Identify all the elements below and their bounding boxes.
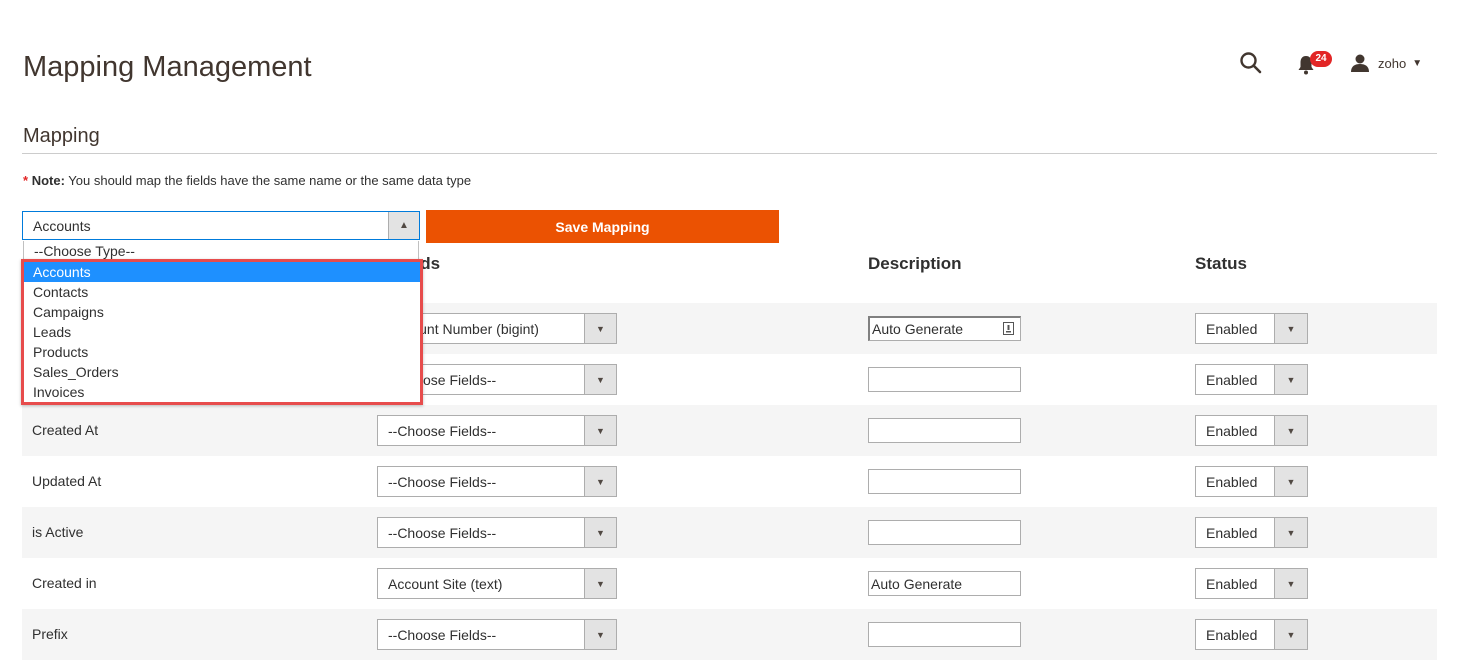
chevron-up-icon[interactable]: ▲	[388, 212, 419, 239]
password-manager-icon[interactable]	[1003, 322, 1014, 335]
description-input[interactable]	[868, 622, 1021, 647]
header-actions: 24 zoho ▼	[1238, 45, 1438, 81]
row-label: Created in	[32, 575, 97, 591]
status-value: Enabled	[1206, 423, 1258, 439]
chevron-down-icon[interactable]: ▼	[584, 569, 616, 598]
user-name: zoho	[1378, 55, 1407, 71]
dropdown-option[interactable]: Sales_Orders	[24, 362, 420, 382]
crm-field-value: --Choose Fields--	[388, 627, 497, 643]
row-label: Prefix	[32, 626, 68, 642]
page-title: Mapping Management	[23, 51, 312, 83]
table-row: Created in Account Site (text) ▼ Enabled ▼	[22, 558, 1437, 609]
dropdown-option-placeholder[interactable]: --Choose Type--	[23, 241, 419, 261]
status-value: Enabled	[1206, 627, 1258, 643]
crm-field-select[interactable]: --Choose Fields-- ▼	[377, 619, 617, 650]
section-title: Mapping	[23, 125, 100, 147]
chevron-down-icon[interactable]: ▼	[584, 365, 616, 394]
description-input[interactable]	[868, 418, 1021, 443]
status-select[interactable]: Enabled ▼	[1195, 466, 1308, 497]
table-row: is Active --Choose Fields-- ▼ Enabled ▼	[22, 507, 1437, 558]
crm-field-select[interactable]: Account Site (text) ▼	[377, 568, 617, 599]
status-select[interactable]: Enabled ▼	[1195, 313, 1308, 344]
chevron-down-icon[interactable]: ▼	[1274, 416, 1307, 445]
type-select-value: Accounts	[33, 218, 91, 234]
chevron-down-icon[interactable]: ▼	[584, 467, 616, 496]
status-value: Enabled	[1206, 474, 1258, 490]
dropdown-option[interactable]: Accounts	[24, 262, 420, 282]
crm-field-value: --Choose Fields--	[388, 525, 497, 541]
status-value: Enabled	[1206, 525, 1258, 541]
chevron-down-icon[interactable]: ▼	[584, 620, 616, 649]
description-input[interactable]	[868, 469, 1021, 494]
status-value: Enabled	[1206, 321, 1258, 337]
chevron-down-icon[interactable]: ▼	[1274, 314, 1307, 343]
chevron-down-icon[interactable]: ▼	[1274, 467, 1307, 496]
description-input[interactable]	[868, 367, 1021, 392]
crm-field-value: --Choose Fields--	[388, 474, 497, 490]
chevron-down-icon[interactable]: ▼	[1274, 365, 1307, 394]
dropdown-option[interactable]: Contacts	[24, 282, 420, 302]
row-label: is Active	[32, 524, 84, 540]
dropdown-option[interactable]: Products	[24, 342, 420, 362]
notification-count-badge: 24	[1310, 51, 1332, 67]
chevron-down-icon[interactable]: ▼	[584, 416, 616, 445]
section-divider	[22, 153, 1437, 154]
table-row: Created At --Choose Fields-- ▼ Enabled ▼	[22, 405, 1437, 456]
description-input[interactable]	[868, 571, 1021, 596]
status-select[interactable]: Enabled ▼	[1195, 568, 1308, 599]
description-input[interactable]	[868, 316, 1021, 341]
required-star: *	[23, 173, 29, 188]
status-value: Enabled	[1206, 576, 1258, 592]
user-icon	[1351, 54, 1369, 72]
row-label: Updated At	[32, 473, 102, 489]
caret-down-icon: ▼	[1412, 57, 1423, 69]
status-select[interactable]: Enabled ▼	[1195, 619, 1308, 650]
notifications-button[interactable]: 24	[1295, 50, 1335, 76]
save-mapping-button[interactable]: Save Mapping	[426, 210, 779, 243]
crm-field-value: --Choose Fields--	[388, 423, 497, 439]
dropdown-options-highlight: Accounts Contacts Campaigns Leads Products Sa…	[21, 259, 423, 405]
status-select[interactable]: Enabled ▼	[1195, 364, 1308, 395]
chevron-down-icon[interactable]: ▼	[1274, 518, 1307, 547]
crm-field-select[interactable]: --Choose Fields-- ▼	[377, 466, 617, 497]
status-value: Enabled	[1206, 372, 1258, 388]
search-icon[interactable]	[1238, 50, 1264, 76]
type-dropdown-list: --Choose Type-- Accounts Contacts Campaign…	[21, 241, 423, 405]
note-label: Note:	[31, 173, 65, 188]
status-select[interactable]: Enabled ▼	[1195, 415, 1308, 446]
note-text: You should map the fields have the same …	[64, 173, 472, 188]
chevron-down-icon[interactable]: ▼	[584, 314, 616, 343]
dropdown-option[interactable]: Campaigns	[24, 302, 420, 322]
description-input[interactable]	[868, 520, 1021, 545]
chevron-down-icon[interactable]: ▼	[584, 518, 616, 547]
row-label: Created At	[32, 422, 99, 438]
mapping-note: * Note: You should map the fields have t…	[23, 172, 471, 190]
chevron-down-icon[interactable]: ▼	[1274, 620, 1307, 649]
status-column-header: Status	[1195, 254, 1247, 273]
table-row: Prefix --Choose Fields-- ▼ Enabled ▼	[22, 609, 1437, 660]
chevron-down-icon[interactable]: ▼	[1274, 569, 1307, 598]
dropdown-option[interactable]: Leads	[24, 322, 420, 342]
mapping-type-select[interactable]: Accounts ▲	[22, 211, 420, 240]
crm-field-select[interactable]: --Choose Fields-- ▼	[377, 517, 617, 548]
crm-field-select[interactable]: --Choose Fields-- ▼	[377, 415, 617, 446]
crm-field-value: Account Site (text)	[388, 576, 503, 592]
description-column-header: Description	[868, 254, 962, 273]
user-menu[interactable]: zoho ▼	[1350, 51, 1422, 75]
dropdown-option[interactable]: Invoices	[24, 382, 420, 402]
status-select[interactable]: Enabled ▼	[1195, 517, 1308, 548]
table-row: Updated At --Choose Fields-- ▼ Enabled ▼	[22, 456, 1437, 507]
